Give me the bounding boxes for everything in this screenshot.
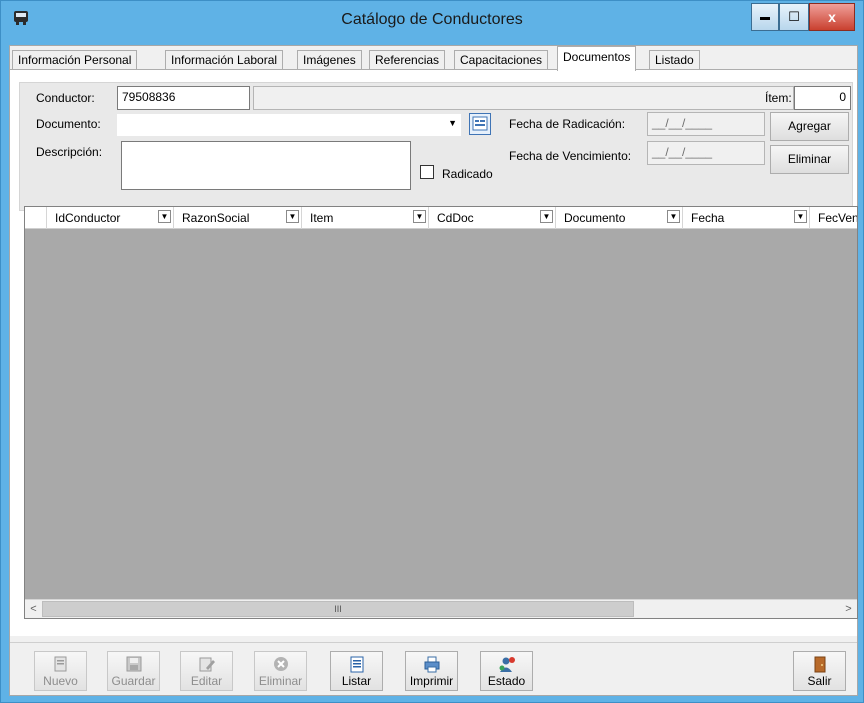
window-title: Catálogo de Conductores (341, 11, 523, 28)
client-area: Información Personal Información Laboral… (9, 45, 858, 696)
documento-label: Documento: (36, 117, 101, 131)
agregar-button[interactable]: Agregar (770, 112, 849, 141)
tab-informacion-laboral[interactable]: Información Laboral (165, 50, 284, 70)
column-header-fecvence[interactable]: FecVence (810, 207, 857, 229)
estado-button[interactable]: Estado (480, 651, 533, 691)
tab-listado[interactable]: Listado (649, 50, 700, 70)
scrollbar-thumb[interactable]: III (42, 601, 634, 617)
horizontal-scrollbar[interactable]: < III > (25, 599, 857, 618)
tab-capacitaciones[interactable]: Capacitaciones (454, 50, 549, 70)
radicado-label[interactable]: Radicado (442, 167, 493, 181)
scroll-left-icon[interactable]: < (25, 600, 42, 618)
chevron-down-icon[interactable]: ▼ (448, 118, 457, 128)
column-header-documento[interactable]: Documento ▼ (556, 207, 683, 229)
form-icon (472, 116, 488, 131)
column-header-idconductor[interactable]: IdConductor ▼ (47, 207, 174, 229)
guardar-button[interactable]: Guardar (107, 651, 160, 691)
edit-icon (199, 657, 215, 672)
eliminar-document-button[interactable]: Eliminar (770, 145, 849, 174)
new-document-icon (54, 656, 66, 672)
column-header-cddoc[interactable]: CdDoc ▼ (429, 207, 556, 229)
row-selector-header (25, 207, 47, 229)
list-icon (350, 656, 363, 673)
radicado-checkbox[interactable] (420, 165, 434, 179)
column-filter-icon[interactable]: ▼ (286, 210, 299, 223)
tab-referencias[interactable]: Referencias (369, 50, 446, 70)
eliminar-button[interactable]: Eliminar (254, 651, 307, 691)
imprimir-button[interactable]: Imprimir (405, 651, 458, 691)
column-filter-icon[interactable]: ▼ (540, 210, 553, 223)
documento-select[interactable]: ▼ (117, 114, 461, 136)
save-icon (126, 656, 141, 672)
column-filter-icon[interactable]: ▼ (667, 210, 680, 223)
user-status-icon (499, 657, 515, 672)
minimize-icon: ▬ (760, 11, 770, 23)
item-field[interactable]: 0 (794, 86, 851, 110)
scroll-right-icon[interactable]: > (840, 600, 857, 618)
column-filter-icon[interactable]: ▼ (794, 210, 807, 223)
document-lookup-button[interactable] (469, 113, 491, 135)
maximize-button[interactable]: ☐ (779, 3, 809, 31)
descripcion-field[interactable] (121, 141, 411, 190)
conductor-label: Conductor: (36, 91, 95, 105)
nuevo-button[interactable]: Nuevo (34, 651, 87, 691)
item-label: Ítem: (765, 91, 792, 105)
bottom-toolbar: Nuevo Guardar Editar Eliminar Listar Imp… (10, 642, 857, 695)
descripcion-label: Descripción: (36, 145, 103, 159)
document-form-panel: Conductor: 79508836 Ítem: 0 Documento: ▼ (19, 82, 853, 211)
tab-strip: Información Personal Información Laboral… (10, 46, 857, 71)
printer-icon (424, 656, 439, 673)
tab-documentos[interactable]: Documentos (557, 46, 637, 71)
conductor-name-field[interactable] (253, 86, 794, 110)
tab-informacion-personal[interactable]: Información Personal (12, 50, 138, 70)
fecha-vencimiento-label: Fecha de Vencimiento: (509, 149, 632, 163)
column-header-razonsocial[interactable]: RazonSocial ▼ (174, 207, 302, 229)
editar-button[interactable]: Editar (180, 651, 233, 691)
grid-header: IdConductor ▼ RazonSocial ▼ Item ▼ CdDoc… (25, 207, 857, 229)
column-header-fecha[interactable]: Fecha ▼ (683, 207, 810, 229)
tab-imagenes[interactable]: Imágenes (297, 50, 362, 70)
app-window: Catálogo de Conductores ▬ ☐ x Informació… (0, 0, 864, 703)
column-filter-icon[interactable]: ▼ (413, 210, 426, 223)
salir-button[interactable]: Salir (793, 651, 846, 691)
close-button[interactable]: x (809, 3, 855, 31)
minimize-button[interactable]: ▬ (751, 3, 779, 31)
exit-door-icon (814, 656, 825, 673)
documents-grid[interactable]: IdConductor ▼ RazonSocial ▼ Item ▼ CdDoc… (24, 206, 858, 619)
title-bar[interactable]: Catálogo de Conductores ▬ ☐ x (1, 1, 863, 39)
column-header-item[interactable]: Item ▼ (302, 207, 429, 229)
column-filter-icon[interactable]: ▼ (158, 210, 171, 223)
listar-button[interactable]: Listar (330, 651, 383, 691)
conductor-id-field[interactable]: 79508836 (117, 86, 250, 110)
close-icon: x (828, 9, 836, 25)
delete-icon (273, 657, 288, 671)
fecha-vencimiento-field[interactable]: __/__/____ (647, 141, 765, 165)
fecha-radicacion-field[interactable]: __/__/____ (647, 112, 765, 136)
fecha-radicacion-label: Fecha de Radicación: (509, 117, 626, 131)
maximize-icon: ☐ (788, 9, 800, 24)
